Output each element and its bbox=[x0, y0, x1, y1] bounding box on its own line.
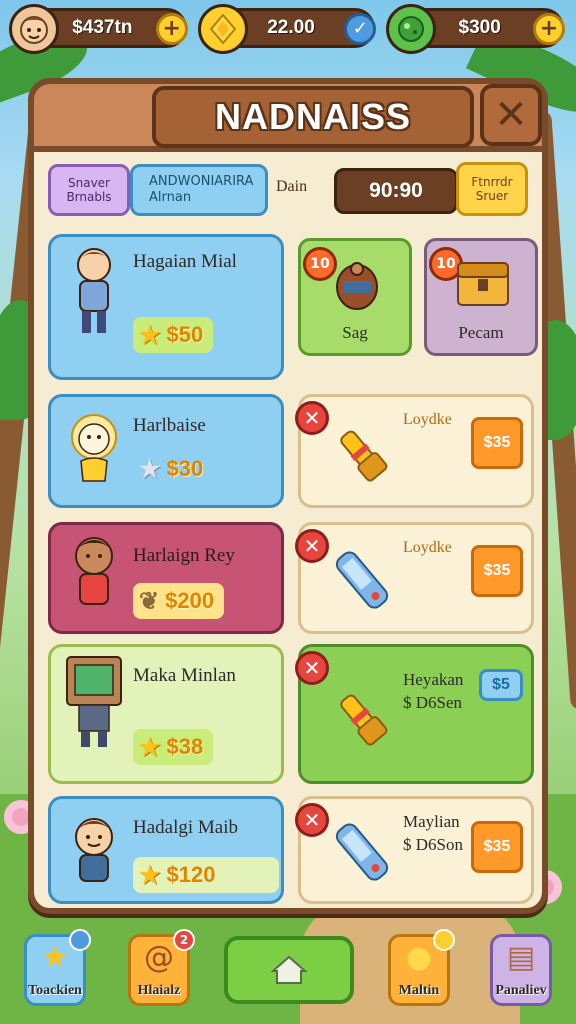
character-card[interactable]: Harlaign Rey ❦ $200 bbox=[48, 522, 284, 634]
buy-button[interactable]: $35 bbox=[471, 821, 523, 873]
price-value: $120 bbox=[166, 862, 216, 887]
item-card[interactable]: ✕ Loydke $35 bbox=[295, 522, 534, 634]
close-button[interactable]: ✕ bbox=[480, 84, 542, 146]
character-avatar-icon bbox=[61, 533, 127, 613]
nav-button[interactable]: ● Maltin bbox=[388, 929, 455, 1006]
star-icon: ★ bbox=[41, 940, 69, 975]
item-card[interactable]: ✕ Maylian $ D6Son $35 bbox=[295, 796, 534, 904]
item-label: Maylian $ D6Son bbox=[403, 812, 463, 854]
buy-button[interactable]: $35 bbox=[471, 545, 523, 597]
nav-button[interactable]: @ 2 Hlaialz bbox=[128, 929, 195, 1006]
add-currency-button[interactable]: + bbox=[155, 13, 188, 45]
box-robot-avatar-icon bbox=[61, 656, 127, 747]
tab-label: Ftnrrdr bbox=[471, 174, 513, 189]
character-name: Harlaign Rey bbox=[133, 545, 235, 566]
confirm-button[interactable]: ✓ bbox=[344, 13, 377, 45]
tab-label: Brnabls bbox=[66, 190, 112, 204]
featured-item-card[interactable]: 10 Sag bbox=[298, 238, 412, 356]
character-name: Hagaian Mial bbox=[133, 251, 237, 272]
resource-gold: 22.00 ✓ bbox=[197, 4, 377, 54]
item-label: Pecam bbox=[458, 323, 504, 342]
character-avatar-icon bbox=[61, 248, 127, 333]
avatar-icon[interactable] bbox=[9, 4, 59, 54]
tab-snaver[interactable]: Snaver Brnabls bbox=[48, 164, 130, 216]
chest-icon: ▤ bbox=[506, 940, 536, 975]
star-icon: ★ bbox=[139, 733, 161, 761]
title-plate: NADNAISS bbox=[152, 86, 474, 148]
item-label: Loydke bbox=[403, 411, 452, 428]
scroll-tube-icon bbox=[323, 541, 401, 619]
gold-coin-icon bbox=[197, 4, 248, 54]
nav-label: Toackien bbox=[28, 983, 82, 998]
notification-badge: 2 bbox=[173, 929, 195, 951]
silver-star-icon: ★ bbox=[139, 455, 161, 483]
green-gem-icon bbox=[386, 4, 437, 54]
home-button[interactable] bbox=[224, 936, 354, 1004]
character-card[interactable]: Maka Minlan ★ $38 bbox=[48, 644, 284, 784]
nav-label: Panaliev bbox=[495, 983, 547, 998]
resource-gems: $300 + bbox=[386, 4, 566, 54]
character-name: Maka Minlan bbox=[133, 665, 236, 686]
balance-label: Dain bbox=[276, 178, 308, 195]
item-label: Heyakan $ D6Sen bbox=[403, 670, 464, 712]
character-name: Harlbaise bbox=[133, 415, 206, 436]
item-label: Sag bbox=[342, 323, 368, 342]
price-tag[interactable]: ★ $30 bbox=[133, 451, 213, 487]
tab-row: Snaver Brnabls ANDWONIARIRA Alrnan Dain … bbox=[48, 162, 528, 220]
resource-bar: $437tn + 22.00 ✓ $300 + bbox=[9, 4, 566, 54]
tab-label: Sruer bbox=[475, 189, 509, 203]
hammer-icon bbox=[323, 681, 401, 759]
star-icon: ★ bbox=[139, 861, 161, 889]
character-avatar-icon bbox=[61, 407, 127, 487]
spiral-icon: @ bbox=[144, 940, 174, 975]
notification-badge bbox=[69, 929, 91, 951]
buy-button[interactable]: $35 bbox=[471, 417, 523, 469]
nav-label: Maltin bbox=[398, 983, 440, 998]
character-name: Hadalgi Maib bbox=[133, 817, 239, 838]
item-card[interactable]: ✕ Loydke $35 bbox=[295, 394, 534, 508]
item-card[interactable]: ✕ Heyakan $ D6Sen $5 bbox=[295, 644, 534, 784]
resource-player: $437tn + bbox=[9, 4, 188, 54]
home-icon bbox=[270, 955, 308, 984]
character-card[interactable]: Harlbaise ★ $30 bbox=[48, 394, 284, 508]
price-tag[interactable]: ★ $120 bbox=[133, 857, 279, 893]
panel-title: NADNAISS bbox=[214, 96, 411, 137]
price-value: $30 bbox=[166, 456, 204, 481]
star-icon: ★ bbox=[139, 321, 161, 349]
price-value: $38 bbox=[166, 734, 204, 759]
backpack-icon bbox=[325, 253, 389, 317]
tab-ftnrrdr[interactable]: Ftnrrdr Sruer bbox=[456, 162, 528, 216]
buy-button[interactable]: $5 bbox=[479, 669, 523, 701]
balance-value: 90:90 bbox=[334, 168, 458, 214]
price-value: $200 bbox=[165, 588, 215, 613]
nav-label: Hlaialz bbox=[137, 983, 181, 998]
tab-andwoniarira[interactable]: ANDWONIARIRA Alrnan bbox=[130, 164, 268, 216]
scroll-tube-icon bbox=[323, 813, 401, 891]
featured-item-card[interactable]: 10 Pecam bbox=[424, 238, 538, 356]
price-tag[interactable]: ★ $38 bbox=[133, 729, 214, 765]
tab-label: Alrnan bbox=[149, 190, 192, 205]
nav-button[interactable]: ★ Toackien bbox=[24, 929, 91, 1006]
leaf-icon: ❦ bbox=[139, 587, 160, 615]
tab-label: ANDWONIARIRA bbox=[149, 173, 254, 189]
treasure-box-icon bbox=[451, 251, 515, 315]
tab-label: Snaver bbox=[68, 175, 110, 190]
hammer-icon bbox=[323, 417, 401, 495]
price-value: $50 bbox=[166, 322, 204, 347]
character-card[interactable]: Hadalgi Maib ★ $120 bbox=[48, 796, 284, 904]
character-avatar-icon bbox=[61, 809, 127, 889]
price-tag[interactable]: ★ $50 bbox=[133, 317, 214, 353]
notification-badge bbox=[433, 929, 455, 951]
add-gems-button[interactable]: + bbox=[533, 13, 566, 45]
bottom-nav: ★ Toackien @ 2 Hlaialz ● Maltin ▤ Panali… bbox=[0, 914, 576, 1024]
character-card[interactable]: Hagaian Mial ★ $50 bbox=[48, 234, 284, 380]
remove-icon[interactable]: ✕ bbox=[295, 651, 329, 685]
orb-icon: ● bbox=[405, 940, 433, 975]
item-label: Loydke bbox=[403, 539, 452, 556]
shop-panel: NADNAISS ✕ Snaver Brnabls ANDWONIARIRA A… bbox=[28, 78, 548, 914]
panel-header: NADNAISS ✕ bbox=[28, 78, 548, 152]
nav-button[interactable]: ▤ Panaliev bbox=[490, 934, 552, 1006]
price-tag[interactable]: ❦ $200 bbox=[133, 583, 225, 619]
